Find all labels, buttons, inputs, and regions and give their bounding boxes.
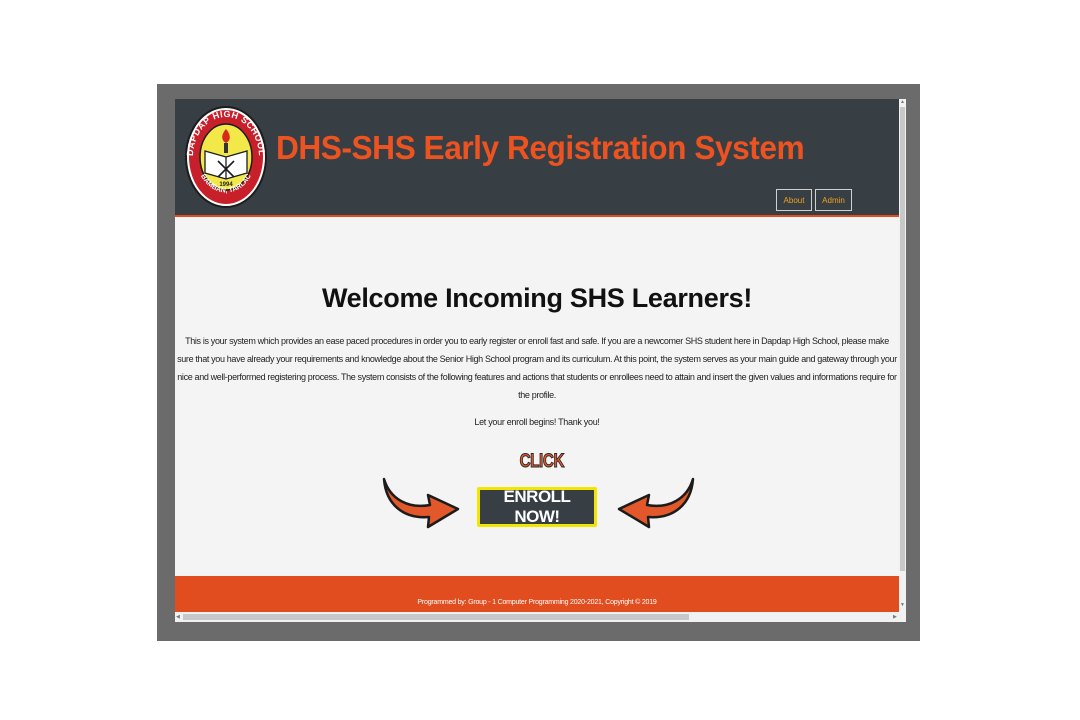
- system-description: This is your system which provides an ea…: [177, 336, 897, 400]
- site-title: DHS-SHS Early Registration System: [276, 129, 805, 166]
- arrow-left-icon: [617, 477, 695, 529]
- footer-copyright: Programmed by: Group - 1 Computer Progra…: [417, 599, 657, 606]
- school-seal-logo: DAPDAP HIGH SCHOOL BAMBAN, TARLAC 1994: [185, 106, 267, 208]
- scroll-right-icon[interactable]: ▶: [893, 615, 897, 620]
- about-button[interactable]: About: [776, 189, 812, 211]
- admin-button[interactable]: Admin: [815, 189, 852, 211]
- scroll-left-icon[interactable]: ◀: [176, 615, 180, 620]
- click-label: CLICK: [519, 451, 565, 473]
- seal-year: 1994: [219, 182, 233, 188]
- arrow-right-icon: [382, 477, 460, 529]
- scroll-up-icon[interactable]: ▲: [900, 100, 905, 105]
- closing-message: Let your enroll begins! Thank you!: [474, 417, 600, 427]
- welcome-heading: Welcome Incoming SHS Learners!: [321, 283, 753, 313]
- horizontal-scroll-thumb[interactable]: [183, 614, 689, 620]
- scroll-down-icon[interactable]: ▼: [900, 603, 905, 608]
- horizontal-scrollbar[interactable]: ◀ ▶: [175, 612, 906, 622]
- browser-viewport: DAPDAP HIGH SCHOOL BAMBAN, TARLAC 1994 D…: [175, 99, 906, 622]
- site-footer: Programmed by: Group - 1 Computer Progra…: [175, 576, 899, 612]
- vertical-scrollbar[interactable]: ▲ ▼: [899, 99, 906, 611]
- enroll-now-button[interactable]: ENROLL NOW!: [477, 487, 597, 527]
- vertical-scroll-thumb[interactable]: [900, 107, 905, 571]
- site-header: DAPDAP HIGH SCHOOL BAMBAN, TARLAC 1994 D…: [175, 99, 899, 217]
